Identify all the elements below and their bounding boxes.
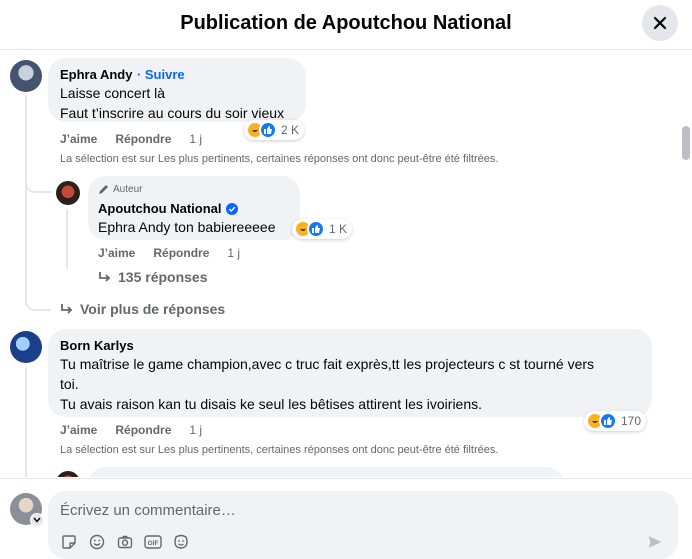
- comment-input[interactable]: [60, 499, 620, 521]
- dialog-title: Publication de Apoutchou National: [180, 12, 512, 34]
- more-replies-link[interactable]: Voir plus de réponses: [60, 301, 225, 317]
- chevron-down-icon: [33, 517, 41, 523]
- send-icon: [648, 536, 662, 548]
- avatar[interactable]: [56, 181, 80, 205]
- filter-note: La sélection est sur Les plus pertinents…: [60, 444, 499, 456]
- comment-bubble: Born Karlys Tu maîtrise le game champion…: [48, 329, 652, 417]
- view-replies-link[interactable]: 135 réponses: [98, 269, 208, 285]
- comment-text: toi.: [60, 376, 79, 392]
- comment-text: Tu avais raison kan tu disais ke seul le…: [60, 396, 483, 412]
- reaction-summary[interactable]: 2 K: [244, 120, 305, 140]
- send-button[interactable]: [646, 533, 664, 551]
- reply-bubble: [88, 467, 564, 477]
- follow-label: Suivre: [144, 67, 185, 82]
- comment-actions: J’aime Répondre 1 j: [60, 132, 202, 146]
- timestamp[interactable]: 1 j: [189, 132, 202, 146]
- reply-button[interactable]: Répondre: [115, 132, 171, 146]
- sticker-icon: [62, 535, 76, 549]
- like-icon: [599, 412, 617, 430]
- dialog-header: Publication de Apoutchou National: [0, 0, 692, 50]
- reply-arrow-icon: [99, 272, 111, 282]
- like-button[interactable]: J’aime: [98, 246, 135, 260]
- comment-author[interactable]: Born Karlys: [60, 338, 134, 353]
- reply-bubble: Auteur Apoutchou National Ephra Andy ton…: [88, 176, 300, 240]
- avatar[interactable]: [10, 60, 42, 92]
- comment-bubble: Ephra Andy · Suivre Laisse concert là Fa…: [48, 58, 306, 122]
- close-button[interactable]: [642, 5, 678, 41]
- reply-arrow-icon: [61, 304, 73, 314]
- reaction-count: 170: [621, 414, 642, 428]
- filter-note: La sélection est sur Les plus pertinents…: [60, 153, 499, 165]
- camera-icon: [117, 535, 133, 549]
- thread-connector: [25, 291, 51, 311]
- reply-author[interactable]: Apoutchou National: [98, 201, 222, 216]
- reaction-count: 1 K: [329, 222, 348, 236]
- thread-line: [25, 95, 27, 305]
- gif-button[interactable]: GIF: [144, 533, 162, 551]
- comment-text: Tu maîtrise le game champion,avec c truc…: [60, 356, 595, 372]
- comment-text: Laisse concert là: [60, 85, 166, 101]
- thread-connector: [25, 171, 51, 193]
- reaction-summary[interactable]: 170: [584, 411, 647, 431]
- avatar-sticker-icon: [174, 534, 188, 549]
- comment-composer: GIF: [0, 478, 692, 559]
- verified-badge-icon: [225, 202, 238, 215]
- composer-toolbar: GIF: [60, 533, 190, 551]
- avatar[interactable]: [10, 331, 42, 363]
- comment-input-box: GIF: [48, 491, 678, 559]
- mention-link[interactable]: Ephra Andy: [98, 219, 170, 235]
- avatar[interactable]: [56, 471, 80, 477]
- author-badge: Auteur: [113, 184, 143, 195]
- like-button[interactable]: J’aime: [60, 423, 97, 437]
- follow-button[interactable]: · Suivre: [137, 67, 185, 82]
- close-icon: [653, 16, 667, 30]
- comment-actions: J’aime Répondre 1 j: [60, 423, 202, 437]
- emoji-icon: [89, 534, 105, 550]
- like-button[interactable]: J’aime: [60, 132, 97, 146]
- reply-actions: J’aime Répondre 1 j: [98, 246, 240, 260]
- svg-text:GIF: GIF: [148, 540, 159, 547]
- emoji-button[interactable]: [88, 533, 106, 551]
- comment-author[interactable]: Ephra Andy: [60, 67, 132, 82]
- like-icon: [307, 220, 325, 238]
- reply-button[interactable]: Répondre: [153, 246, 209, 260]
- sticker-button[interactable]: [60, 533, 78, 551]
- view-replies-label: 135 réponses: [118, 269, 208, 285]
- timestamp[interactable]: 1 j: [227, 246, 240, 260]
- reaction-summary[interactable]: 1 K: [292, 219, 353, 239]
- thread-line: [25, 367, 27, 477]
- like-icon: [259, 121, 277, 139]
- pencil-icon: [99, 185, 108, 194]
- reply-text: ton babiereeeee: [170, 219, 276, 235]
- timestamp[interactable]: 1 j: [189, 423, 202, 437]
- profile-switcher[interactable]: [30, 513, 44, 527]
- avatar-sticker-button[interactable]: [172, 533, 190, 551]
- reaction-count: 2 K: [281, 123, 300, 137]
- gif-icon: GIF: [144, 535, 162, 549]
- reply-button[interactable]: Répondre: [115, 423, 171, 437]
- scrollbar-thumb[interactable]: [682, 126, 690, 160]
- thread-line: [66, 209, 68, 269]
- comments-list[interactable]: Ephra Andy · Suivre Laisse concert là Fa…: [0, 51, 692, 477]
- camera-button[interactable]: [116, 533, 134, 551]
- more-replies-label: Voir plus de réponses: [80, 301, 226, 317]
